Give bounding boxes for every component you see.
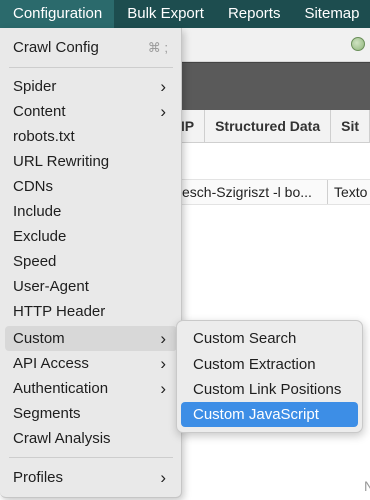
chevron-right-icon: › xyxy=(160,379,166,398)
menu-bar: Configuration Bulk Export Reports Sitema… xyxy=(0,0,370,28)
menu-item-exclude[interactable]: Exclude xyxy=(0,224,182,249)
menu-item-url-rewriting[interactable]: URL Rewriting xyxy=(0,149,182,174)
table-cell: esch-Szigriszt -l bo... xyxy=(176,180,328,204)
menu-item-label: Include xyxy=(13,203,62,220)
menu-item-http-header[interactable]: HTTP Header xyxy=(0,299,182,324)
tab-structured-data[interactable]: Structured Data xyxy=(205,110,332,143)
menu-item-speed[interactable]: Speed xyxy=(0,249,182,274)
menu-sitemap[interactable]: Sitemap xyxy=(291,0,370,28)
menu-configuration[interactable]: Configuration xyxy=(0,0,115,28)
menu-item-label: Profiles xyxy=(13,469,64,486)
menu-item-label: Content xyxy=(13,103,66,120)
menu-item-user-agent[interactable]: User-Agent xyxy=(0,274,182,299)
shortcut-label: ⌘ ; xyxy=(147,40,168,55)
menu-reports[interactable]: Reports xyxy=(215,0,292,28)
menu-item-label: Segments xyxy=(13,405,81,422)
submenu-item-custom-extraction[interactable]: Custom Extraction xyxy=(181,352,358,377)
menu-item-label: Crawl Analysis xyxy=(13,430,111,447)
menu-item-label: CDNs xyxy=(13,178,53,195)
menu-item-label: Spider xyxy=(13,78,57,95)
table-cell: Texto xyxy=(334,184,368,200)
configuration-menu: Crawl Config ⌘ ; Spider › Content › robo… xyxy=(0,28,182,498)
menu-item-label: URL Rewriting xyxy=(13,153,110,170)
menu-item-cdns[interactable]: CDNs xyxy=(0,174,182,199)
menu-item-include[interactable]: Include xyxy=(0,199,182,224)
menu-item-label: User-Agent xyxy=(13,278,89,295)
chevron-right-icon: › xyxy=(160,468,166,487)
menu-item-custom[interactable]: Custom › xyxy=(5,326,177,351)
chevron-right-icon: › xyxy=(160,102,166,121)
background-text: N xyxy=(364,478,370,494)
menu-item-segments[interactable]: Segments xyxy=(0,401,182,426)
menu-item-label: API Access xyxy=(13,355,89,372)
menu-item-spider[interactable]: Spider › xyxy=(0,74,182,99)
menu-item-label: HTTP Header xyxy=(13,303,106,320)
menu-item-authentication[interactable]: Authentication › xyxy=(0,376,182,401)
menu-item-label: robots.txt xyxy=(13,128,75,145)
menu-item-label: Custom xyxy=(13,330,65,347)
chevron-right-icon: › xyxy=(160,354,166,373)
chevron-right-icon: › xyxy=(160,329,166,348)
globe-icon[interactable] xyxy=(351,37,365,51)
menu-item-crawl-analysis[interactable]: Crawl Analysis xyxy=(0,426,182,451)
menu-item-label: Crawl Config xyxy=(13,39,99,56)
menu-separator xyxy=(9,457,173,458)
menu-item-api-access[interactable]: API Access › xyxy=(0,351,182,376)
menu-bulk-export[interactable]: Bulk Export xyxy=(114,0,215,28)
submenu-item-custom-javascript[interactable]: Custom JavaScript xyxy=(181,402,358,427)
menu-item-label: Speed xyxy=(13,253,57,270)
menu-item-label: Exclude xyxy=(13,228,67,245)
menu-separator xyxy=(9,67,173,68)
menu-item-content[interactable]: Content › xyxy=(0,99,182,124)
menu-item-robots-txt[interactable]: robots.txt xyxy=(0,124,182,149)
tab-sitemaps[interactable]: Sit xyxy=(331,110,370,143)
submenu-item-custom-search[interactable]: Custom Search xyxy=(181,326,358,351)
menu-item-label: Authentication xyxy=(13,380,109,397)
custom-submenu: Custom Search Custom Extraction Custom L… xyxy=(176,320,363,433)
chevron-right-icon: › xyxy=(160,77,166,96)
menu-item-crawl-config[interactable]: Crawl Config ⌘ ; xyxy=(0,35,182,60)
submenu-item-custom-link-positions[interactable]: Custom Link Positions xyxy=(181,377,358,402)
menu-item-profiles[interactable]: Profiles › xyxy=(0,465,182,490)
